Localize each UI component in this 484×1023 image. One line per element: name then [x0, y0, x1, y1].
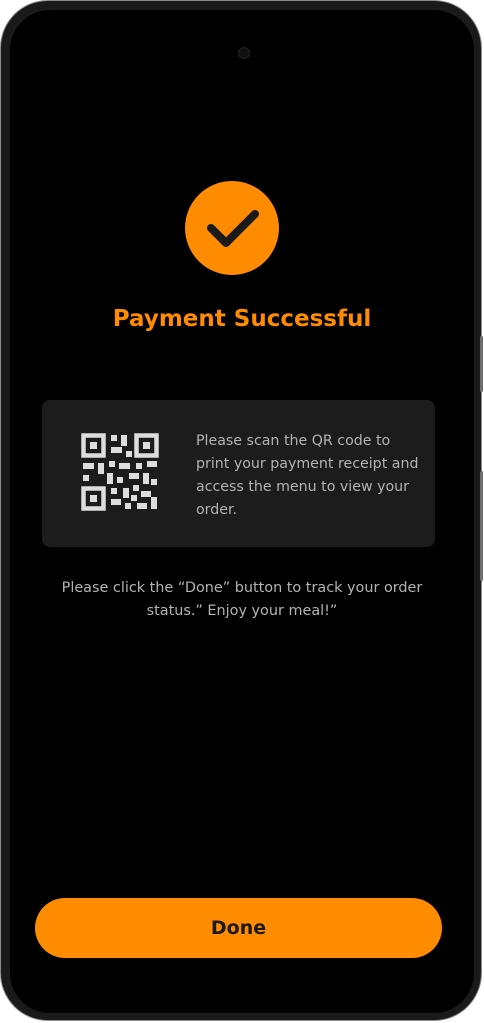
qr-code-icon	[81, 433, 159, 515]
info-message: Please click the “Done” button to track …	[61, 580, 423, 619]
phone-frame: Payment Successful Please scan the QR co…	[0, 0, 483, 1021]
qr-instructions: Please scan the QR code to print your pa…	[196, 433, 419, 518]
qr-card: Please scan the QR code to print your pa…	[42, 400, 435, 547]
done-button[interactable]: Done	[35, 898, 442, 958]
page-title: Payment Successful	[112, 306, 372, 332]
power-button	[480, 471, 483, 581]
app-screen: Payment Successful Please scan the QR co…	[10, 10, 474, 1013]
volume-button	[480, 336, 483, 392]
front-camera	[238, 47, 250, 59]
check-circle-icon	[185, 181, 279, 275]
